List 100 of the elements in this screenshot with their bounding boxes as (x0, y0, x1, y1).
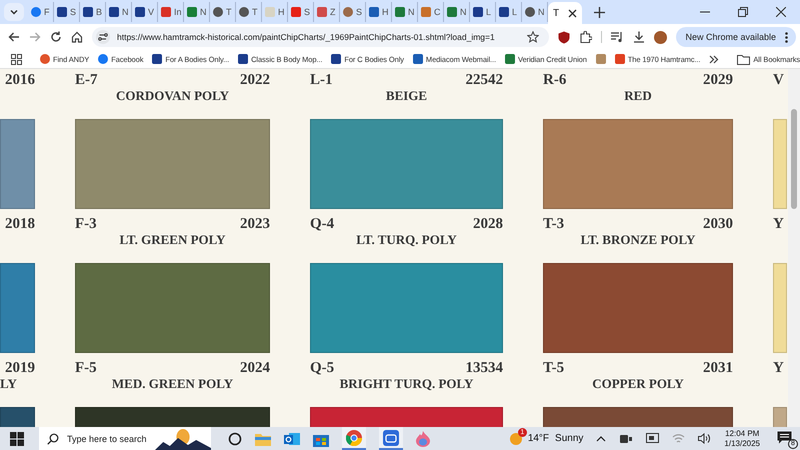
browser-tab[interactable]: S (288, 2, 314, 22)
paint-code: E-7 (75, 71, 98, 89)
tab-title: L (512, 7, 518, 17)
tab-title: S (356, 7, 362, 17)
profile-avatar-icon[interactable] (654, 30, 668, 44)
paint-number: 2016 (5, 71, 35, 89)
landscape-drawing (154, 428, 211, 450)
tab-title: H (382, 7, 388, 17)
scrollbar[interactable] (788, 69, 800, 427)
screen-icon[interactable] (646, 432, 660, 444)
browser-tab[interactable]: T (236, 2, 262, 22)
video-app-icon[interactable] (382, 430, 399, 446)
tab-title: N (408, 7, 414, 17)
paint-number: 13534 (466, 359, 503, 377)
paint-number: 2024 (240, 359, 270, 377)
browser-tab[interactable]: H (262, 2, 288, 22)
back-arrow-icon[interactable] (8, 31, 20, 43)
browser-tab[interactable]: B (80, 2, 106, 22)
tab-title: N (538, 7, 544, 17)
device-icon[interactable] (619, 434, 634, 444)
restore-icon[interactable] (738, 7, 748, 17)
flame-app-icon[interactable] (416, 430, 430, 446)
tab-title: L (486, 7, 492, 17)
paint-number: 22542 (466, 71, 503, 89)
circle-icon[interactable] (228, 432, 242, 446)
bookmark-star-icon[interactable] (527, 31, 540, 43)
new-tab-icon[interactable] (594, 6, 605, 18)
paint-code: Q-4 (310, 215, 334, 233)
paint-code: T-3 (543, 215, 564, 233)
chevron-up-icon[interactable] (596, 435, 606, 442)
browser-tab[interactable]: N (106, 2, 132, 22)
paint-code: V (773, 71, 784, 89)
tab-title: N (200, 7, 206, 17)
windows-start-icon[interactable] (10, 432, 24, 446)
browser-tab[interactable]: S (340, 2, 366, 22)
new-chrome-available-button[interactable]: New Chrome available (676, 27, 796, 47)
paint-number: 2031 (703, 359, 733, 377)
paint-number: 2030 (703, 215, 733, 233)
site-settings-icon[interactable] (96, 30, 110, 44)
search-placeholder: Type here to search (67, 434, 147, 444)
tab-search-button[interactable] (4, 3, 24, 21)
browser-tab[interactable]: In (158, 2, 184, 22)
browser-tab[interactable]: N (392, 2, 418, 22)
message-icon (777, 431, 792, 444)
close-icon[interactable] (568, 8, 577, 18)
date: 1/13/2025 (724, 438, 760, 448)
double-chevron-icon[interactable] (709, 54, 720, 64)
folder-icon[interactable] (254, 432, 271, 446)
close-icon[interactable] (776, 7, 786, 17)
paint-name: MED. GREEN POLY (110, 377, 234, 391)
tab-title: B (96, 7, 102, 17)
paint-number: 2019 (5, 359, 35, 377)
puzzle-piece-icon[interactable] (579, 30, 592, 44)
paint-code: T-5 (543, 359, 564, 377)
home-icon[interactable] (71, 31, 83, 43)
paint-name: BEIGE (384, 89, 428, 103)
browser-tab[interactable]: F (28, 2, 54, 22)
paint-name: CORDOVAN POLY (114, 89, 230, 103)
browser-tab[interactable]: H (366, 2, 392, 22)
chevron-down-icon (9, 7, 19, 17)
paint-name: LT. GREEN POLY (118, 233, 227, 247)
browser-tab[interactable]: S (54, 2, 80, 22)
taskbar-search-field[interactable]: Type here to search (39, 427, 211, 450)
scrollbar-thumb[interactable] (791, 109, 797, 209)
browser-tab[interactable]: V (132, 2, 158, 22)
address-bar[interactable]: https://www.hamtramck-historical.com/paintChipCharts/_1969PaintChipCharts-01.shtml?load_img=1 (92, 27, 550, 47)
paint-name: LY (0, 377, 18, 391)
clock[interactable]: 12:04 PM 1/13/2025 (724, 428, 760, 448)
folder-icon (737, 54, 750, 64)
tab-title: T (252, 7, 258, 17)
browser-tab[interactable]: L (470, 2, 496, 22)
paint-code: Q-5 (310, 359, 334, 377)
reload-icon[interactable] (50, 31, 62, 43)
browser-tab[interactable]: C (418, 2, 444, 22)
tab-title: H (278, 7, 284, 17)
browser-tab[interactable]: N (184, 2, 210, 22)
search-icon (47, 432, 59, 444)
browser-tab[interactable]: Z (314, 2, 340, 22)
browser-tab[interactable]: N (444, 2, 470, 22)
speaker-icon[interactable] (698, 433, 712, 444)
browser-tab[interactable]: L (496, 2, 522, 22)
tab-title: In (174, 7, 182, 17)
temperature: 14°F (528, 433, 550, 444)
paint-code: L-1 (310, 71, 332, 89)
paint-name: RED (623, 89, 653, 103)
paint-code: F-3 (75, 215, 97, 233)
media-queue-icon[interactable] (611, 31, 624, 43)
apps-grid-icon[interactable] (11, 54, 22, 64)
tab-title: V (148, 7, 154, 17)
mail-app-icon[interactable] (284, 430, 300, 446)
paint-code: Y (773, 359, 784, 377)
paint-name: COPPER POLY (591, 377, 685, 391)
browser-app-icon[interactable] (346, 430, 362, 446)
weather-condition: Sunny (555, 433, 584, 444)
paint-number: 2028 (473, 215, 503, 233)
browser-tab[interactable]: T (210, 2, 236, 22)
more-options-icon[interactable] (785, 32, 788, 42)
browser-tab[interactable]: T (548, 2, 582, 24)
download-icon[interactable] (633, 31, 646, 43)
tab-title: S (70, 7, 76, 17)
